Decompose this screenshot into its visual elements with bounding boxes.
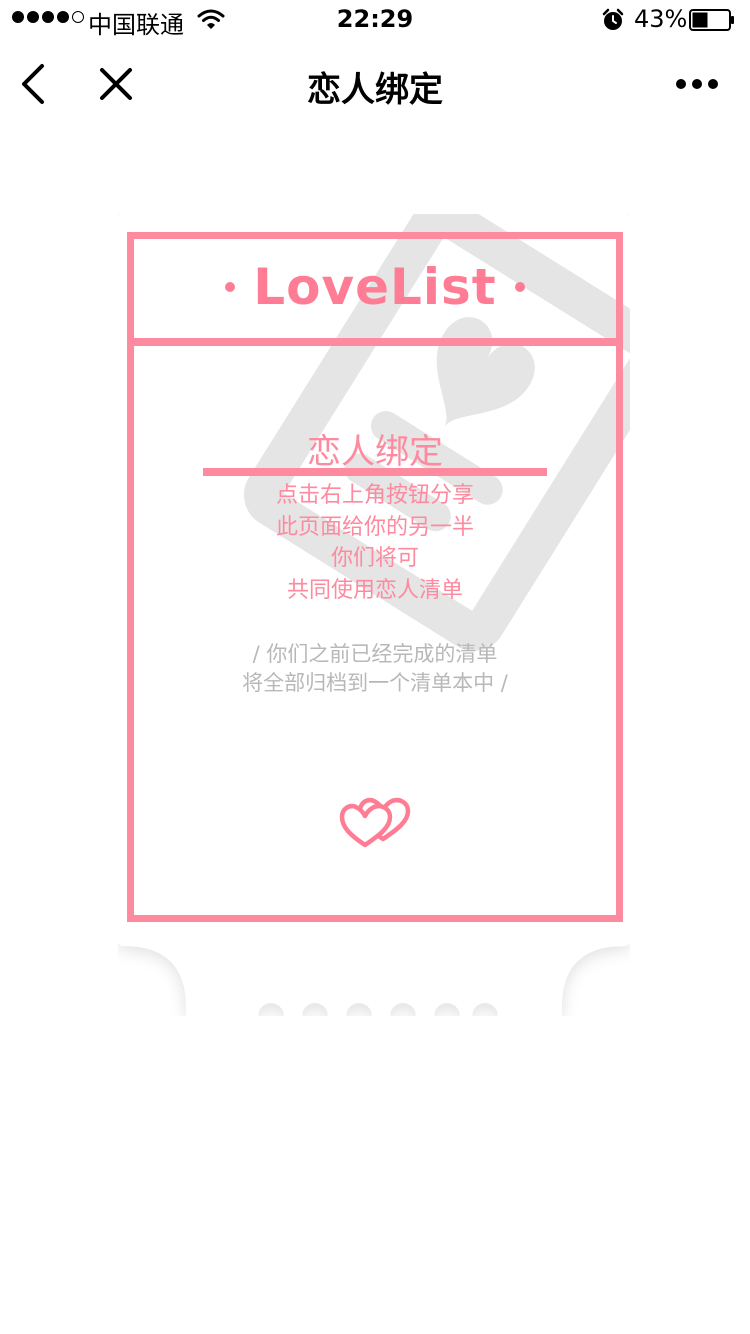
battery-icon xyxy=(689,9,734,31)
alarm-icon xyxy=(602,8,624,30)
description-line: 点击右上角按钮分享 xyxy=(275,483,474,508)
frame-divider xyxy=(127,338,623,346)
description-line: 此页面给你的另一半 xyxy=(275,514,474,540)
back-arrow-icon[interactable] xyxy=(14,62,54,106)
double-heart-icon xyxy=(339,797,411,848)
card-title: 恋人绑定 xyxy=(307,432,443,472)
note-line: / 你们之前已经完成的清单 xyxy=(252,642,498,666)
nav-bar: 恋人绑定 xyxy=(0,40,750,128)
brand-logo: LoveList xyxy=(127,258,623,316)
description-line: 你们将可 xyxy=(330,546,419,571)
battery-percent: 43% xyxy=(634,5,688,33)
more-icon[interactable] xyxy=(676,74,726,94)
brand-text: LoveList xyxy=(253,258,497,316)
archive-note: / 你们之前已经完成的清单 将全部归档到一个清单本中 / xyxy=(0,640,750,698)
description: 点击右上角按钮分享 此页面给你的另一半 你们将可 共同使用恋人清单 xyxy=(0,480,750,606)
status-bar: 中国联通 22:29 43% xyxy=(0,0,750,40)
description-line: 共同使用恋人清单 xyxy=(286,577,463,603)
note-line: 将全部归档到一个清单本中 / xyxy=(242,671,508,695)
title-underline xyxy=(203,468,547,476)
close-icon[interactable] xyxy=(96,64,136,104)
